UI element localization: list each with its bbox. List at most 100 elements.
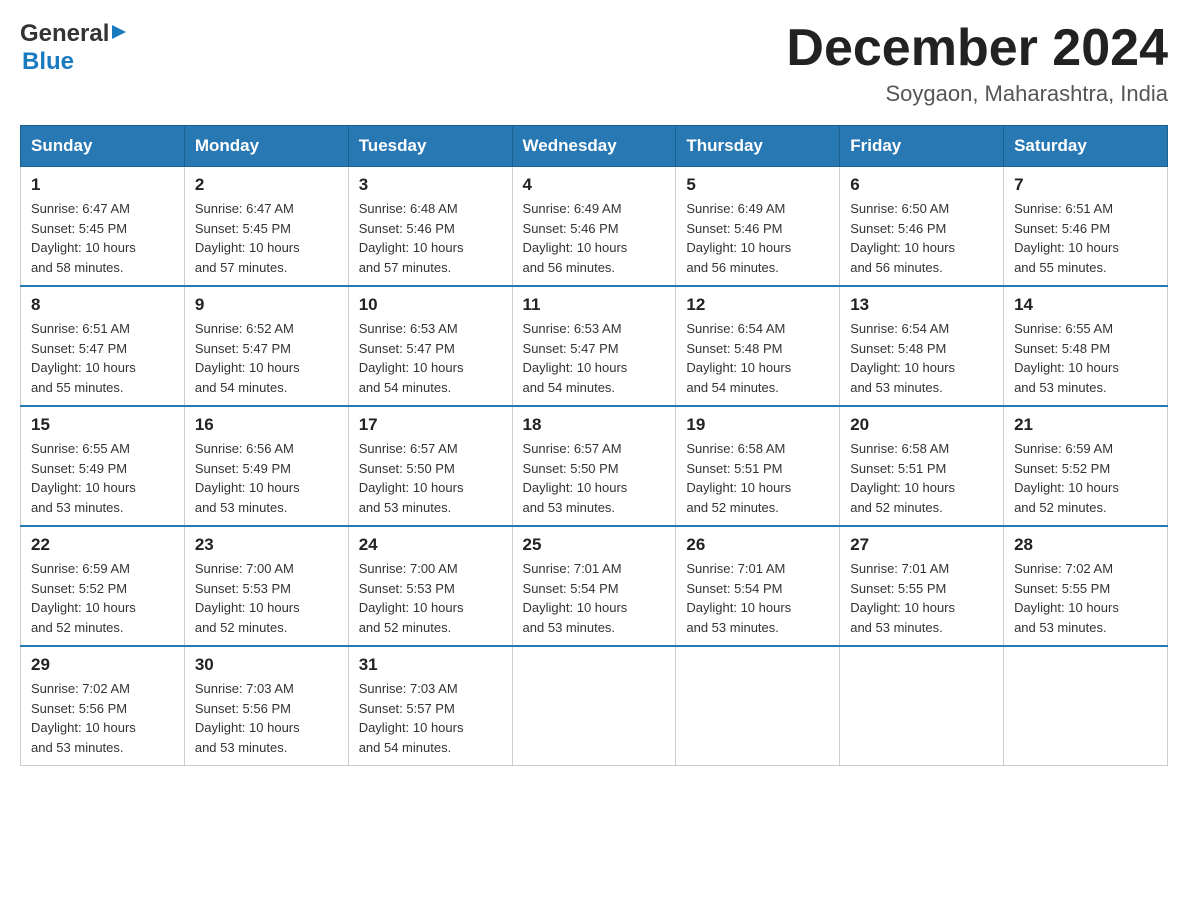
- table-row: 27 Sunrise: 7:01 AMSunset: 5:55 PMDaylig…: [840, 526, 1004, 646]
- day-header-row: Sunday Monday Tuesday Wednesday Thursday…: [21, 126, 1168, 167]
- day-number: 30: [195, 655, 338, 675]
- day-info: Sunrise: 7:01 AMSunset: 5:55 PMDaylight:…: [850, 561, 955, 635]
- day-number: 2: [195, 175, 338, 195]
- day-info: Sunrise: 6:47 AMSunset: 5:45 PMDaylight:…: [31, 201, 136, 275]
- calendar-week-row: 8 Sunrise: 6:51 AMSunset: 5:47 PMDayligh…: [21, 286, 1168, 406]
- day-number: 17: [359, 415, 502, 435]
- day-number: 25: [523, 535, 666, 555]
- table-row: 23 Sunrise: 7:00 AMSunset: 5:53 PMDaylig…: [184, 526, 348, 646]
- table-row: [676, 646, 840, 766]
- table-row: 1 Sunrise: 6:47 AMSunset: 5:45 PMDayligh…: [21, 167, 185, 287]
- logo-arrow-icon: [112, 23, 130, 41]
- table-row: 8 Sunrise: 6:51 AMSunset: 5:47 PMDayligh…: [21, 286, 185, 406]
- day-info: Sunrise: 6:54 AMSunset: 5:48 PMDaylight:…: [686, 321, 791, 395]
- day-info: Sunrise: 7:03 AMSunset: 5:56 PMDaylight:…: [195, 681, 300, 755]
- table-row: 24 Sunrise: 7:00 AMSunset: 5:53 PMDaylig…: [348, 526, 512, 646]
- day-info: Sunrise: 6:59 AMSunset: 5:52 PMDaylight:…: [1014, 441, 1119, 515]
- day-info: Sunrise: 6:50 AMSunset: 5:46 PMDaylight:…: [850, 201, 955, 275]
- logo-general-text: General: [20, 20, 109, 48]
- table-row: 11 Sunrise: 6:53 AMSunset: 5:47 PMDaylig…: [512, 286, 676, 406]
- table-row: 16 Sunrise: 6:56 AMSunset: 5:49 PMDaylig…: [184, 406, 348, 526]
- day-info: Sunrise: 6:58 AMSunset: 5:51 PMDaylight:…: [686, 441, 791, 515]
- day-number: 21: [1014, 415, 1157, 435]
- day-number: 26: [686, 535, 829, 555]
- day-number: 24: [359, 535, 502, 555]
- table-row: [840, 646, 1004, 766]
- header-tuesday: Tuesday: [348, 126, 512, 167]
- table-row: 4 Sunrise: 6:49 AMSunset: 5:46 PMDayligh…: [512, 167, 676, 287]
- day-info: Sunrise: 6:49 AMSunset: 5:46 PMDaylight:…: [523, 201, 628, 275]
- day-info: Sunrise: 7:02 AMSunset: 5:55 PMDaylight:…: [1014, 561, 1119, 635]
- header-sunday: Sunday: [21, 126, 185, 167]
- day-number: 20: [850, 415, 993, 435]
- calendar-week-row: 29 Sunrise: 7:02 AMSunset: 5:56 PMDaylig…: [21, 646, 1168, 766]
- day-number: 3: [359, 175, 502, 195]
- day-number: 13: [850, 295, 993, 315]
- day-number: 23: [195, 535, 338, 555]
- table-row: [1004, 646, 1168, 766]
- day-info: Sunrise: 6:49 AMSunset: 5:46 PMDaylight:…: [686, 201, 791, 275]
- header-thursday: Thursday: [676, 126, 840, 167]
- day-info: Sunrise: 6:51 AMSunset: 5:46 PMDaylight:…: [1014, 201, 1119, 275]
- calendar-month-year: December 2024: [786, 20, 1168, 77]
- day-number: 27: [850, 535, 993, 555]
- day-number: 22: [31, 535, 174, 555]
- day-number: 4: [523, 175, 666, 195]
- table-row: 12 Sunrise: 6:54 AMSunset: 5:48 PMDaylig…: [676, 286, 840, 406]
- day-number: 1: [31, 175, 174, 195]
- day-info: Sunrise: 6:52 AMSunset: 5:47 PMDaylight:…: [195, 321, 300, 395]
- day-info: Sunrise: 6:47 AMSunset: 5:45 PMDaylight:…: [195, 201, 300, 275]
- header-wednesday: Wednesday: [512, 126, 676, 167]
- day-number: 19: [686, 415, 829, 435]
- logo: General Blue: [20, 20, 130, 76]
- calendar-table: Sunday Monday Tuesday Wednesday Thursday…: [20, 125, 1168, 766]
- logo-blue-text: Blue: [22, 48, 74, 76]
- day-number: 15: [31, 415, 174, 435]
- calendar-week-row: 1 Sunrise: 6:47 AMSunset: 5:45 PMDayligh…: [21, 167, 1168, 287]
- header-monday: Monday: [184, 126, 348, 167]
- table-row: 7 Sunrise: 6:51 AMSunset: 5:46 PMDayligh…: [1004, 167, 1168, 287]
- calendar-location: Soygaon, Maharashtra, India: [786, 81, 1168, 107]
- table-row: 29 Sunrise: 7:02 AMSunset: 5:56 PMDaylig…: [21, 646, 185, 766]
- table-row: 28 Sunrise: 7:02 AMSunset: 5:55 PMDaylig…: [1004, 526, 1168, 646]
- table-row: 20 Sunrise: 6:58 AMSunset: 5:51 PMDaylig…: [840, 406, 1004, 526]
- day-number: 31: [359, 655, 502, 675]
- day-number: 16: [195, 415, 338, 435]
- table-row: 14 Sunrise: 6:55 AMSunset: 5:48 PMDaylig…: [1004, 286, 1168, 406]
- table-row: 18 Sunrise: 6:57 AMSunset: 5:50 PMDaylig…: [512, 406, 676, 526]
- day-info: Sunrise: 7:03 AMSunset: 5:57 PMDaylight:…: [359, 681, 464, 755]
- calendar-week-row: 15 Sunrise: 6:55 AMSunset: 5:49 PMDaylig…: [21, 406, 1168, 526]
- table-row: [512, 646, 676, 766]
- day-info: Sunrise: 6:53 AMSunset: 5:47 PMDaylight:…: [359, 321, 464, 395]
- day-info: Sunrise: 7:02 AMSunset: 5:56 PMDaylight:…: [31, 681, 136, 755]
- day-info: Sunrise: 7:00 AMSunset: 5:53 PMDaylight:…: [359, 561, 464, 635]
- table-row: 6 Sunrise: 6:50 AMSunset: 5:46 PMDayligh…: [840, 167, 1004, 287]
- table-row: 13 Sunrise: 6:54 AMSunset: 5:48 PMDaylig…: [840, 286, 1004, 406]
- table-row: 26 Sunrise: 7:01 AMSunset: 5:54 PMDaylig…: [676, 526, 840, 646]
- day-info: Sunrise: 6:55 AMSunset: 5:48 PMDaylight:…: [1014, 321, 1119, 395]
- day-number: 28: [1014, 535, 1157, 555]
- day-info: Sunrise: 6:53 AMSunset: 5:47 PMDaylight:…: [523, 321, 628, 395]
- day-number: 12: [686, 295, 829, 315]
- day-info: Sunrise: 6:58 AMSunset: 5:51 PMDaylight:…: [850, 441, 955, 515]
- table-row: 5 Sunrise: 6:49 AMSunset: 5:46 PMDayligh…: [676, 167, 840, 287]
- calendar-title-section: December 2024 Soygaon, Maharashtra, Indi…: [786, 20, 1168, 107]
- day-info: Sunrise: 6:55 AMSunset: 5:49 PMDaylight:…: [31, 441, 136, 515]
- day-info: Sunrise: 6:51 AMSunset: 5:47 PMDaylight:…: [31, 321, 136, 395]
- calendar-week-row: 22 Sunrise: 6:59 AMSunset: 5:52 PMDaylig…: [21, 526, 1168, 646]
- day-info: Sunrise: 6:59 AMSunset: 5:52 PMDaylight:…: [31, 561, 136, 635]
- day-number: 6: [850, 175, 993, 195]
- day-info: Sunrise: 6:56 AMSunset: 5:49 PMDaylight:…: [195, 441, 300, 515]
- table-row: 22 Sunrise: 6:59 AMSunset: 5:52 PMDaylig…: [21, 526, 185, 646]
- table-row: 15 Sunrise: 6:55 AMSunset: 5:49 PMDaylig…: [21, 406, 185, 526]
- day-number: 29: [31, 655, 174, 675]
- table-row: 30 Sunrise: 7:03 AMSunset: 5:56 PMDaylig…: [184, 646, 348, 766]
- day-info: Sunrise: 7:01 AMSunset: 5:54 PMDaylight:…: [523, 561, 628, 635]
- day-number: 5: [686, 175, 829, 195]
- table-row: 21 Sunrise: 6:59 AMSunset: 5:52 PMDaylig…: [1004, 406, 1168, 526]
- day-info: Sunrise: 7:00 AMSunset: 5:53 PMDaylight:…: [195, 561, 300, 635]
- page-header: General Blue December 2024 Soygaon, Maha…: [20, 20, 1168, 107]
- table-row: 19 Sunrise: 6:58 AMSunset: 5:51 PMDaylig…: [676, 406, 840, 526]
- table-row: 3 Sunrise: 6:48 AMSunset: 5:46 PMDayligh…: [348, 167, 512, 287]
- day-number: 8: [31, 295, 174, 315]
